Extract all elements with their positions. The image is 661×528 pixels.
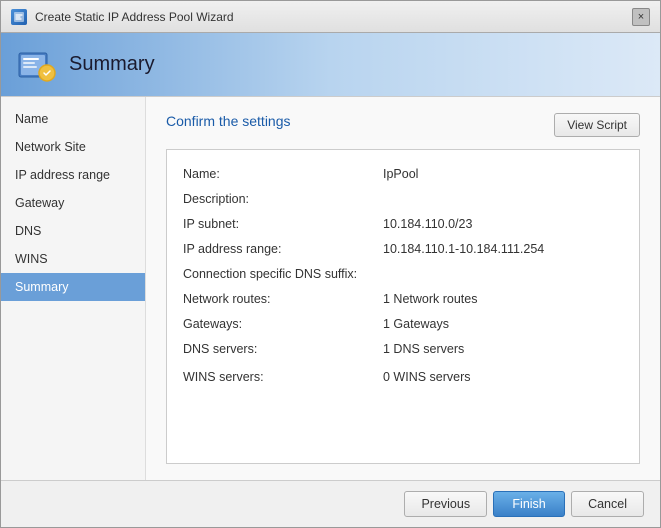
view-script-button[interactable]: View Script [554, 113, 640, 137]
settings-label: DNS servers: [183, 339, 383, 359]
window-title: Create Static IP Address Pool Wizard [35, 10, 234, 24]
settings-label: Gateways: [183, 314, 383, 334]
wizard-icon [17, 45, 57, 85]
settings-row: Description: [183, 189, 623, 209]
sidebar-item-wins[interactable]: WINS [1, 245, 145, 273]
sidebar-item-summary[interactable]: Summary [1, 273, 145, 301]
settings-label: IP subnet: [183, 214, 383, 234]
window-icon [11, 9, 27, 25]
sidebar-item-network-site[interactable]: Network Site [1, 133, 145, 161]
settings-row: Network routes:1 Network routes [183, 289, 623, 309]
footer: Previous Finish Cancel [1, 480, 660, 527]
sidebar-item-gateway[interactable]: Gateway [1, 189, 145, 217]
title-bar-left: Create Static IP Address Pool Wizard [11, 9, 234, 25]
sidebar-item-ip-address-range[interactable]: IP address range [1, 161, 145, 189]
settings-label: WINS servers: [183, 367, 383, 387]
settings-label: IP address range: [183, 239, 383, 259]
settings-value: IpPool [383, 164, 418, 184]
header-banner: Summary [1, 33, 660, 97]
page-title: Summary [69, 53, 155, 76]
settings-value: 1 Gateways [383, 314, 449, 334]
settings-label: Connection specific DNS suffix: [183, 264, 383, 284]
sidebar-item-name[interactable]: Name [1, 105, 145, 133]
cancel-button[interactable]: Cancel [571, 491, 644, 517]
sidebar-item-dns[interactable]: DNS [1, 217, 145, 245]
settings-value: 0 WINS servers [383, 367, 471, 387]
settings-label: Name: [183, 164, 383, 184]
main-content: Confirm the settings View Script Name:Ip… [146, 97, 660, 480]
settings-box: Name:IpPoolDescription:IP subnet:10.184.… [166, 149, 640, 464]
confirm-title: Confirm the settings [166, 113, 291, 129]
settings-row: IP subnet:10.184.110.0/23 [183, 214, 623, 234]
settings-row: DNS servers:1 DNS servers [183, 339, 623, 359]
close-button[interactable]: × [632, 8, 650, 26]
settings-label: Network routes: [183, 289, 383, 309]
title-bar: Create Static IP Address Pool Wizard × [1, 1, 660, 33]
wizard-window: Create Static IP Address Pool Wizard × S… [0, 0, 661, 528]
settings-row: Name:IpPool [183, 164, 623, 184]
settings-label: Description: [183, 189, 383, 209]
settings-row: WINS servers:0 WINS servers [183, 367, 623, 387]
settings-row: IP address range:10.184.110.1-10.184.111… [183, 239, 623, 259]
previous-button[interactable]: Previous [404, 491, 487, 517]
confirm-header: Confirm the settings View Script [166, 113, 640, 137]
finish-button[interactable]: Finish [493, 491, 565, 517]
settings-row: Gateways:1 Gateways [183, 314, 623, 334]
settings-value: 10.184.110.1-10.184.111.254 [383, 239, 544, 259]
settings-row: Connection specific DNS suffix: [183, 264, 623, 284]
sidebar: NameNetwork SiteIP address rangeGatewayD… [1, 97, 146, 480]
settings-value: 10.184.110.0/23 [383, 214, 472, 234]
settings-value: 1 Network routes [383, 289, 477, 309]
content-area: NameNetwork SiteIP address rangeGatewayD… [1, 97, 660, 480]
settings-value: 1 DNS servers [383, 339, 464, 359]
